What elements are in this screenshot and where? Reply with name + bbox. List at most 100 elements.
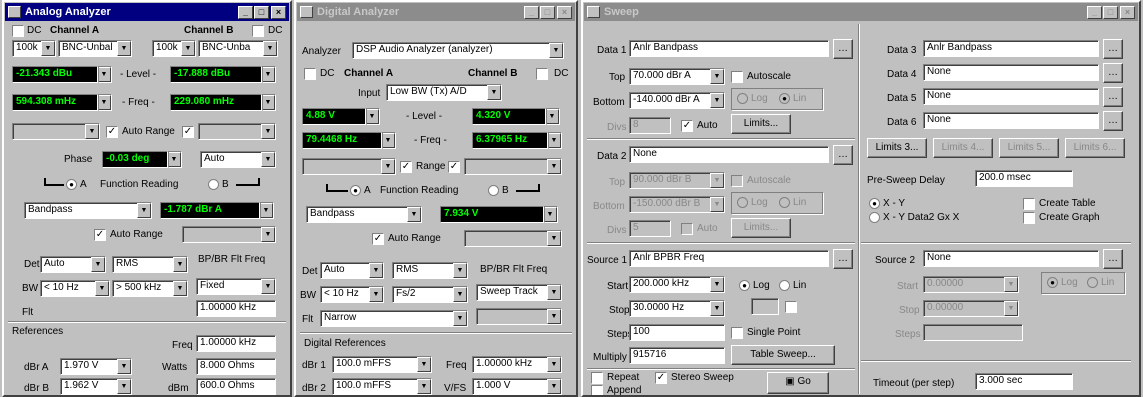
freq-a-unit-select[interactable]: ▼	[382, 132, 396, 149]
start-field[interactable]: 200.000 kHz ▼	[629, 276, 725, 293]
divs-field[interactable]: 8	[629, 117, 671, 134]
data4-browse-button[interactable]: …	[1103, 63, 1123, 83]
dbr2-field[interactable]: 100.0 mFFS ▼	[332, 378, 432, 395]
bw-high-select[interactable]: Fs/2 ▼	[392, 286, 468, 303]
connector-b-select[interactable]: BNC-Unba ▼	[198, 40, 278, 57]
freq-ref-field[interactable]: 1.00000 kHz ▼	[472, 356, 562, 373]
range-b-select[interactable]: ▼	[464, 158, 562, 175]
log-sweep-radio[interactable]: ●	[739, 280, 750, 291]
range-b-checkbox[interactable]: ✓	[448, 161, 460, 173]
autoscale-checkbox[interactable]	[731, 71, 743, 83]
limits3-button[interactable]: Limits 3...	[867, 138, 927, 158]
freq-a-unit-select[interactable]: ▼	[98, 94, 112, 111]
steps-field[interactable]: 100	[629, 324, 725, 341]
data6-browse-button[interactable]: …	[1103, 111, 1123, 131]
function-reading-a-radio[interactable]: ●	[66, 179, 77, 190]
lin2-sweep-radio[interactable]	[1087, 277, 1098, 288]
function-range-select[interactable]: ▼	[182, 226, 276, 243]
bp-mode-select[interactable]: Sweep Track ▼	[476, 284, 562, 301]
function-select[interactable]: Bandpass ▼	[306, 206, 422, 223]
log-radio[interactable]	[737, 93, 748, 104]
range-a-select[interactable]: ▼	[302, 158, 396, 175]
log2-radio[interactable]	[737, 197, 748, 208]
source2-field[interactable]: None	[923, 250, 1099, 267]
timeout-field[interactable]: 3.000 sec	[975, 373, 1073, 390]
function-range-select[interactable]: ▼	[464, 230, 562, 247]
data5-field[interactable]: None	[923, 88, 1099, 105]
pre-sweep-delay-field[interactable]: 200.0 msec	[975, 170, 1073, 187]
function-select[interactable]: Bandpass ▼	[24, 202, 152, 219]
maximize-icon[interactable]: □	[1103, 6, 1118, 19]
auto-range-b-checkbox[interactable]: ✓	[182, 126, 194, 138]
create-table-checkbox[interactable]	[1023, 198, 1035, 210]
dbm-field[interactable]: 600.0 Ohms	[196, 378, 276, 395]
analog-title-bar[interactable]: Analog Analyzer _ □ ×	[5, 3, 289, 21]
maximize-icon[interactable]: □	[254, 6, 269, 19]
function-reading-b-radio[interactable]	[208, 179, 219, 190]
maximize-icon[interactable]: □	[540, 6, 555, 19]
window-system-icon[interactable]	[300, 6, 313, 18]
function-reading-a-radio[interactable]: ●	[350, 185, 361, 196]
stop2-field[interactable]: 0.00000 ▼	[923, 300, 1019, 317]
watts-field[interactable]: 8.000 Ohms	[196, 358, 276, 375]
source2-browse-button[interactable]: …	[1103, 249, 1123, 269]
minimize-icon[interactable]: _	[238, 6, 253, 19]
data5-browse-button[interactable]: …	[1103, 87, 1123, 107]
top2-field[interactable]: 90.000 dBr B ▼	[629, 172, 725, 189]
bp-freq-field[interactable]: 1.00000 kHz	[196, 300, 276, 317]
table-sweep-button[interactable]: Table Sweep...	[731, 345, 835, 365]
window-system-icon[interactable]	[587, 6, 600, 18]
steps2-field[interactable]	[923, 324, 1023, 341]
auto2-checkbox[interactable]	[681, 223, 693, 235]
auto-range-checkbox[interactable]: ✓	[372, 233, 384, 245]
stop-aux-field[interactable]	[751, 298, 779, 315]
bottom2-field[interactable]: -150.000 dBr B ▼	[629, 196, 725, 213]
input-select[interactable]: Low BW (Tx) A/D ▼	[386, 84, 502, 101]
rms-select[interactable]: RMS ▼	[112, 256, 188, 273]
close-icon[interactable]: ×	[1120, 6, 1135, 19]
sweep-title-bar[interactable]: Sweep _ □ ×	[584, 3, 1138, 21]
lin2-radio[interactable]	[779, 197, 790, 208]
phase-mode-select[interactable]: Auto ▼	[200, 151, 276, 168]
function-reading-b-radio[interactable]	[488, 185, 499, 196]
impedance-a-select[interactable]: 100k ▼	[12, 40, 56, 57]
range-a-select[interactable]: ▼	[12, 123, 100, 140]
analyzer-select[interactable]: DSP Audio Analyzer (analyzer) ▼	[352, 42, 564, 59]
xy-radio[interactable]: ●	[869, 198, 880, 209]
auto-range-function-checkbox[interactable]: ✓	[94, 229, 106, 241]
window-system-icon[interactable]	[8, 6, 21, 18]
start2-field[interactable]: 0.00000 ▼	[923, 276, 1019, 293]
freq-b-unit-select[interactable]: ▼	[262, 94, 276, 111]
bp-freq-field[interactable]: ▼	[476, 308, 562, 325]
xy-data2-radio[interactable]	[869, 212, 880, 223]
dc-a-checkbox[interactable]	[304, 68, 316, 80]
stereo-sweep-checkbox[interactable]: ✓	[655, 372, 667, 384]
data1-browse-button[interactable]: …	[833, 39, 853, 59]
stop-aux-checkbox[interactable]	[785, 301, 797, 313]
limits2-button[interactable]: Limits...	[731, 218, 791, 238]
source1-browse-button[interactable]: …	[833, 249, 853, 269]
lin-sweep-radio[interactable]	[779, 280, 790, 291]
level-b-unit-select[interactable]: ▼	[262, 66, 276, 83]
source1-field[interactable]: Anlr BPBR Freq	[629, 250, 829, 267]
detector-select[interactable]: Auto ▼	[320, 262, 384, 279]
data3-browse-button[interactable]: …	[1103, 39, 1123, 59]
single-point-checkbox[interactable]	[731, 327, 743, 339]
divs2-field[interactable]: 5	[629, 220, 671, 237]
range-b-select[interactable]: ▼	[198, 123, 276, 140]
repeat-checkbox[interactable]	[591, 372, 603, 384]
auto-range-a-checkbox[interactable]: ✓	[106, 126, 118, 138]
log2-sweep-radio[interactable]: ●	[1047, 277, 1058, 288]
stop-field[interactable]: 30.0000 Hz ▼	[629, 300, 725, 317]
go-button[interactable]: ▣ Go	[767, 372, 829, 394]
close-icon[interactable]: ×	[271, 6, 286, 19]
dbr1-field[interactable]: 100.0 mFFS ▼	[332, 356, 432, 373]
dc-a-checkbox[interactable]	[12, 25, 24, 37]
detector-select[interactable]: Auto ▼	[40, 256, 106, 273]
data1-field[interactable]: Anlr Bandpass	[629, 40, 829, 57]
dbrb-field[interactable]: 1.962 V ▼	[60, 378, 132, 395]
limits-button[interactable]: Limits...	[731, 114, 791, 134]
dc-b-checkbox[interactable]	[252, 25, 264, 37]
data2-browse-button[interactable]: …	[833, 145, 853, 165]
bw-high-select[interactable]: > 500 kHz ▼	[112, 280, 188, 297]
